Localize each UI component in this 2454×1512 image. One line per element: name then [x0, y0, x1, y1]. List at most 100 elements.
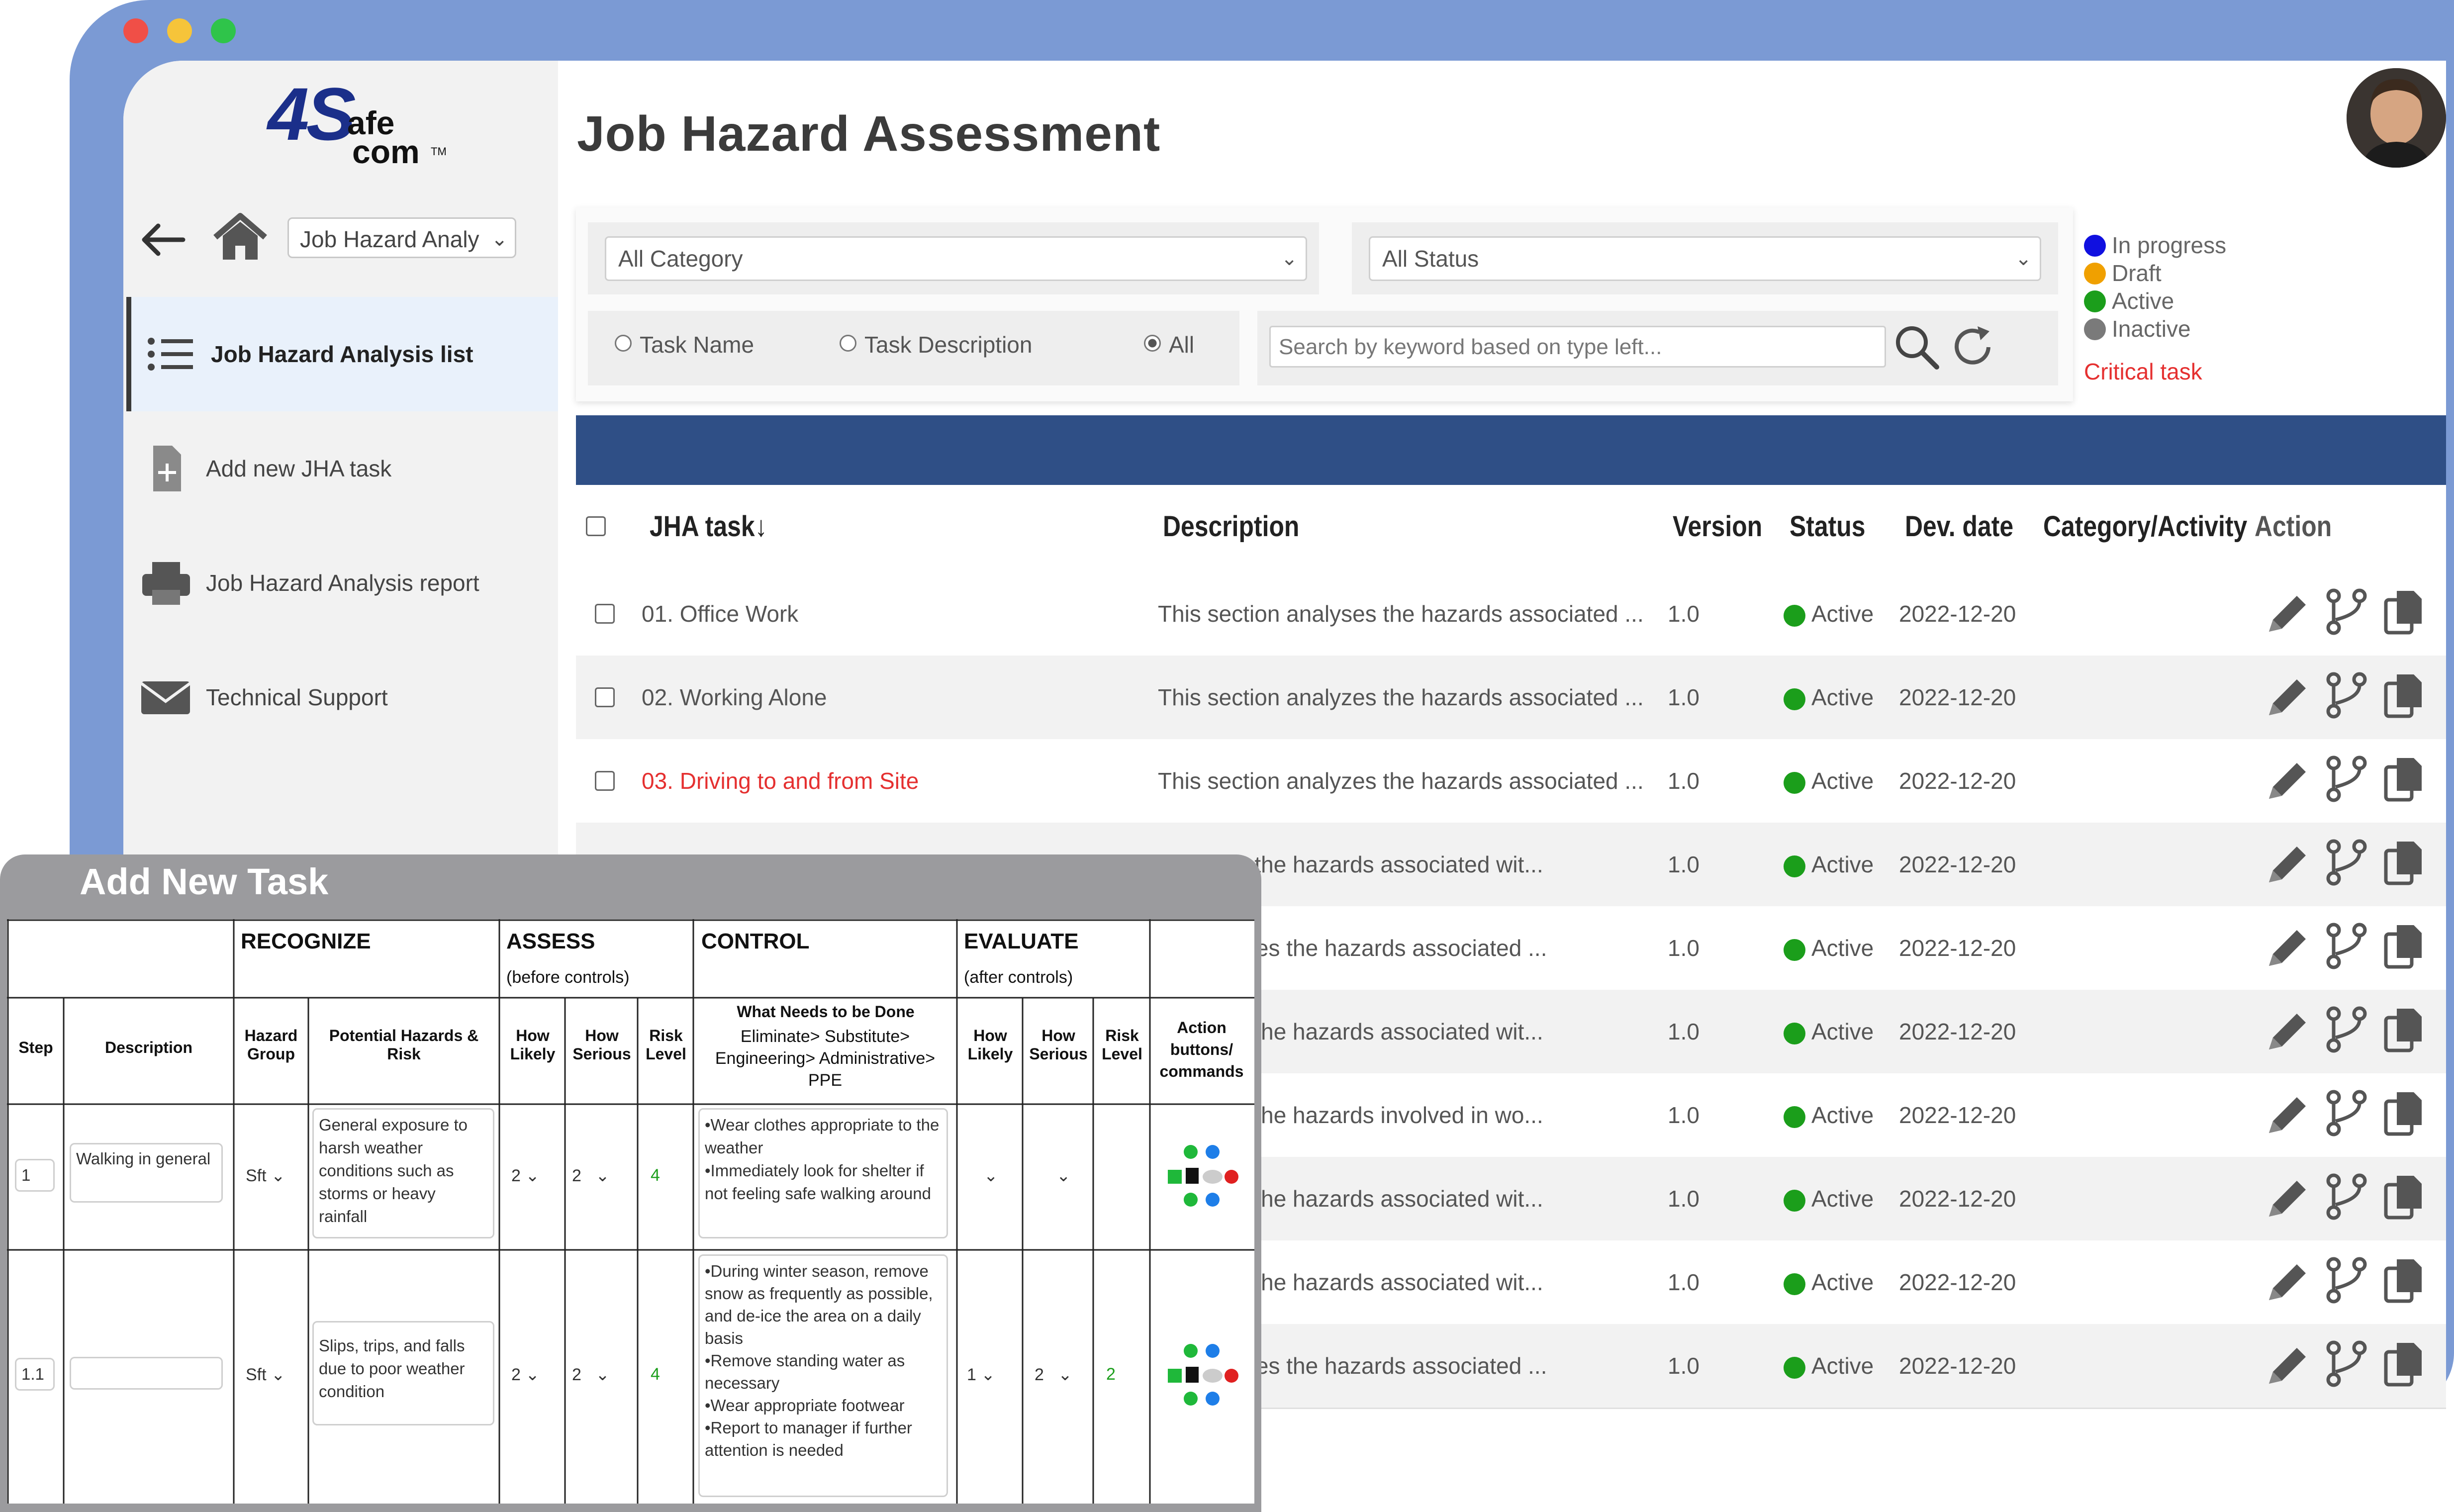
row-checkbox[interactable] — [595, 604, 615, 624]
search-icon[interactable] — [1893, 323, 1941, 371]
task-name[interactable]: 03. Driving to and from Site — [642, 739, 919, 823]
table-row[interactable]: 02. Working Alone This section analyzes t… — [576, 656, 2446, 741]
risk-level-value: 4 — [651, 1166, 660, 1185]
edit-pencil-icon[interactable] — [2262, 589, 2312, 639]
refresh-icon[interactable] — [1950, 323, 1997, 371]
module-select[interactable]: Job Hazard Analy ⌄ — [287, 217, 516, 258]
edit-pencil-icon[interactable] — [2262, 672, 2312, 722]
table-row[interactable]: 03. Driving to and from Site This section… — [576, 739, 2446, 824]
copy-document-icon[interactable] — [2379, 754, 2429, 804]
row-checkbox[interactable] — [595, 687, 615, 707]
copy-document-icon[interactable] — [2379, 1005, 2429, 1054]
row-action-buttons[interactable] — [1161, 1141, 1240, 1211]
branch-icon[interactable] — [2322, 838, 2371, 887]
edit-pencil-icon[interactable] — [2262, 756, 2312, 806]
col-category[interactable]: Category/Activity — [2043, 510, 2247, 543]
group-evaluate: EVALUATE — [964, 929, 1079, 953]
radio-task-name-label[interactable]: Task Name — [640, 331, 754, 358]
col-version[interactable]: Version — [1673, 510, 1762, 543]
category-select[interactable]: All Category ⌄ — [605, 236, 1307, 281]
col-how-likely: How Likely — [510, 1027, 556, 1063]
task-description-input[interactable]: Walking in general — [70, 1143, 223, 1203]
edit-pencil-icon[interactable] — [2262, 1090, 2312, 1140]
move-up-icon — [1206, 1344, 1220, 1358]
edit-pencil-icon[interactable] — [2262, 840, 2312, 889]
eval-how-likely-select[interactable]: 1 ⌄ — [967, 1365, 995, 1385]
branch-icon[interactable] — [2322, 1339, 2371, 1389]
step-input[interactable]: 1.1 — [15, 1358, 55, 1391]
col-dev-date[interactable]: Dev. date — [1905, 510, 2013, 543]
col-jha-task[interactable]: JHA task↓ — [650, 510, 767, 543]
search-input[interactable]: Search by keyword based on type left... — [1269, 326, 1886, 368]
table-row[interactable]: 01. Office Work This section analyses the… — [576, 572, 2446, 657]
control-measures-input[interactable]: •During winter season, remove snow as fr… — [698, 1254, 948, 1497]
radio-task-name[interactable] — [615, 335, 632, 352]
sidebar-item-report[interactable]: Job Hazard Analysis report — [126, 526, 558, 640]
control-measures-input[interactable]: •Wear clothes appropriate to the weather… — [698, 1108, 948, 1238]
home-icon[interactable] — [210, 210, 270, 265]
col-status[interactable]: Status — [1790, 510, 1865, 543]
user-avatar[interactable] — [2347, 68, 2446, 168]
hazard-group-select[interactable]: Sft ⌄ — [246, 1166, 285, 1186]
status-active-dot — [1784, 1022, 1805, 1044]
status-select[interactable]: All Status ⌄ — [1369, 236, 2041, 281]
branch-icon[interactable] — [2322, 1255, 2371, 1305]
edit-pencil-icon[interactable] — [2262, 1257, 2312, 1307]
branch-icon[interactable] — [2322, 1088, 2371, 1138]
branch-icon[interactable] — [2322, 1172, 2371, 1222]
how-likely-select[interactable]: 2 ⌄ — [511, 1166, 540, 1186]
row-checkbox[interactable] — [595, 771, 615, 791]
edit-pencil-icon[interactable] — [2262, 923, 2312, 973]
edit-pencil-icon[interactable] — [2262, 1007, 2312, 1056]
how-serious-select[interactable]: 2 ⌄ — [572, 1166, 610, 1186]
branch-icon[interactable] — [2322, 754, 2371, 804]
select-all-checkbox[interactable] — [586, 516, 606, 536]
how-likely-select[interactable]: 2 ⌄ — [511, 1365, 540, 1385]
branch-icon[interactable] — [2322, 1005, 2371, 1054]
copy-document-icon[interactable] — [2379, 921, 2429, 971]
radio-task-description-label[interactable]: Task Description — [864, 331, 1032, 358]
col-eval-how-likely: How Likely — [967, 1027, 1013, 1063]
copy-document-icon[interactable] — [2379, 1088, 2429, 1138]
how-serious-select[interactable]: 2 ⌄ — [572, 1365, 610, 1385]
branch-icon[interactable] — [2322, 587, 2371, 637]
status-text: Active — [1811, 1102, 1874, 1128]
task-name[interactable]: 02. Working Alone — [642, 656, 827, 739]
row-action-icons — [2262, 754, 2441, 809]
eval-how-serious-select[interactable]: ⌄ — [1056, 1166, 1071, 1186]
active-dot — [2084, 290, 2106, 312]
row-action-buttons[interactable] — [1161, 1340, 1240, 1410]
step-input[interactable]: 1 — [15, 1159, 55, 1192]
close-window-button[interactable] — [123, 18, 148, 43]
col-description[interactable]: Description — [1163, 510, 1299, 543]
copy-document-icon[interactable] — [2379, 1172, 2429, 1222]
copy-document-icon[interactable] — [2379, 1255, 2429, 1305]
minimize-window-button[interactable] — [167, 18, 192, 43]
maximize-window-button[interactable] — [211, 18, 236, 43]
add-document-icon — [138, 444, 193, 493]
copy-document-icon[interactable] — [2379, 838, 2429, 887]
sidebar-item-add-task[interactable]: Add new JHA task — [126, 411, 558, 526]
radio-all[interactable] — [1144, 335, 1161, 352]
back-arrow-icon[interactable] — [138, 220, 188, 260]
copy-document-icon[interactable] — [2379, 1339, 2429, 1389]
radio-all-label[interactable]: All — [1169, 331, 1194, 358]
copy-document-icon[interactable] — [2379, 670, 2429, 720]
copy-document-icon[interactable] — [2379, 587, 2429, 637]
chevron-down-icon: ⌄ — [595, 1365, 610, 1384]
branch-icon[interactable] — [2322, 921, 2371, 971]
edit-pencil-icon[interactable] — [2262, 1174, 2312, 1224]
copy-icon — [1186, 1168, 1199, 1184]
eval-how-serious-select[interactable]: 2 ⌄ — [1035, 1365, 1072, 1385]
sidebar-item-support[interactable]: Technical Support — [126, 640, 558, 755]
task-name[interactable]: 01. Office Work — [642, 572, 798, 656]
radio-task-description[interactable] — [840, 335, 856, 352]
hazard-group-select[interactable]: Sft ⌄ — [246, 1365, 285, 1385]
task-description-input[interactable] — [70, 1357, 223, 1390]
sidebar-item-jha-list[interactable]: Job Hazard Analysis list — [126, 297, 558, 411]
potential-hazards-input[interactable]: Slips, trips, and falls due to poor weat… — [312, 1321, 494, 1425]
branch-icon[interactable] — [2322, 670, 2371, 720]
potential-hazards-input[interactable]: General exposure to harsh weather condit… — [312, 1108, 494, 1238]
eval-how-likely-select[interactable]: ⌄ — [984, 1166, 998, 1186]
edit-pencil-icon[interactable] — [2262, 1341, 2312, 1391]
